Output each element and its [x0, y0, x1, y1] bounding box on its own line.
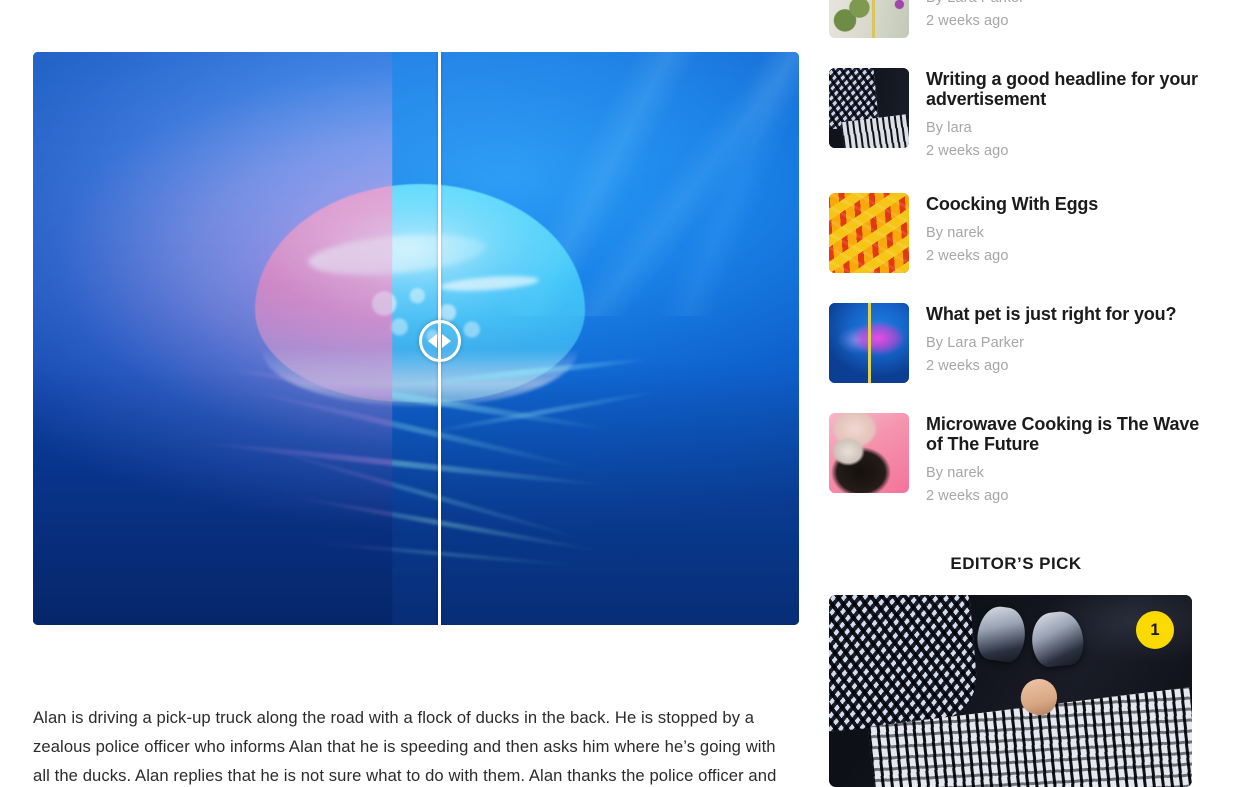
post-author: By Lara Parker — [926, 0, 1203, 10]
jellyfish-thumbnail — [829, 303, 909, 383]
list-item[interactable]: What pet is just right for you? By Lara … — [829, 303, 1203, 383]
post-title[interactable]: What pet is just right for you? — [926, 304, 1203, 324]
post-author: By narek — [926, 465, 985, 481]
post-meta: What pet is just right for you? By Lara … — [926, 303, 1203, 378]
post-title[interactable]: Writing a good headline for your adverti… — [926, 69, 1203, 109]
post-meta: Coocking With Eggs By narek 2 weeks ago — [926, 193, 1203, 268]
post-date: 2 weeks ago — [926, 248, 1009, 264]
post-author: By lara — [926, 120, 972, 136]
editors-pick-heading: EDITOR’S PICK — [950, 554, 1082, 573]
comparison-slider-handle[interactable] — [418, 320, 461, 363]
list-item[interactable]: Writing a good headline for your adverti… — [829, 68, 1203, 163]
recent-posts-list: catnip By Lara Parker 2 weeks ago Writin… — [829, 0, 1203, 538]
main-content-column: Alan is driving a pick-up truck along th… — [0, 0, 812, 787]
post-title[interactable]: Microwave Cooking is The Wave of The Fut… — [926, 414, 1203, 454]
before-after-image-comparison[interactable] — [33, 52, 799, 625]
catnip-plant-thumbnail — [829, 0, 909, 38]
article-body-text: Alan is driving a pick-up truck along th… — [33, 707, 777, 785]
post-meta: Microwave Cooking is The Wave of The Fut… — [926, 413, 1203, 508]
headphones-pink-thumbnail — [829, 413, 909, 493]
arrow-right-icon — [442, 334, 452, 349]
post-thumbnail[interactable] — [829, 303, 909, 383]
post-title[interactable]: Coocking With Eggs — [926, 194, 1203, 214]
list-item[interactable]: Coocking With Eggs By narek 2 weeks ago — [829, 193, 1203, 273]
page-root: Alan is driving a pick-up truck along th… — [0, 0, 1240, 787]
post-thumbnail[interactable] — [829, 413, 909, 493]
list-item[interactable]: catnip By Lara Parker 2 weeks ago — [829, 0, 1203, 38]
post-thumbnail[interactable] — [829, 0, 909, 38]
editors-pick-card[interactable]: 1 — [829, 595, 1192, 787]
list-item[interactable]: Microwave Cooking is The Wave of The Fut… — [829, 413, 1203, 508]
post-date: 2 weeks ago — [926, 358, 1009, 374]
post-meta: catnip By Lara Parker 2 weeks ago — [926, 0, 1203, 33]
editors-pick-badge[interactable]: 1 — [1136, 611, 1174, 649]
bell-highlight-secondary — [439, 273, 539, 294]
post-meta: Writing a good headline for your adverti… — [926, 68, 1203, 163]
post-date: 2 weeks ago — [926, 13, 1009, 29]
yellow-red-beams-thumbnail — [829, 193, 909, 273]
post-thumbnail[interactable] — [829, 68, 909, 148]
post-date: 2 weeks ago — [926, 143, 1009, 159]
post-date: 2 weeks ago — [926, 488, 1009, 504]
post-author: By narek — [926, 225, 985, 241]
doodle-drawing-thumbnail — [829, 68, 909, 148]
arrow-left-icon — [428, 334, 438, 349]
water-caustics — [431, 52, 799, 316]
post-author: By Lara Parker — [926, 335, 1025, 351]
post-thumbnail[interactable] — [829, 193, 909, 273]
